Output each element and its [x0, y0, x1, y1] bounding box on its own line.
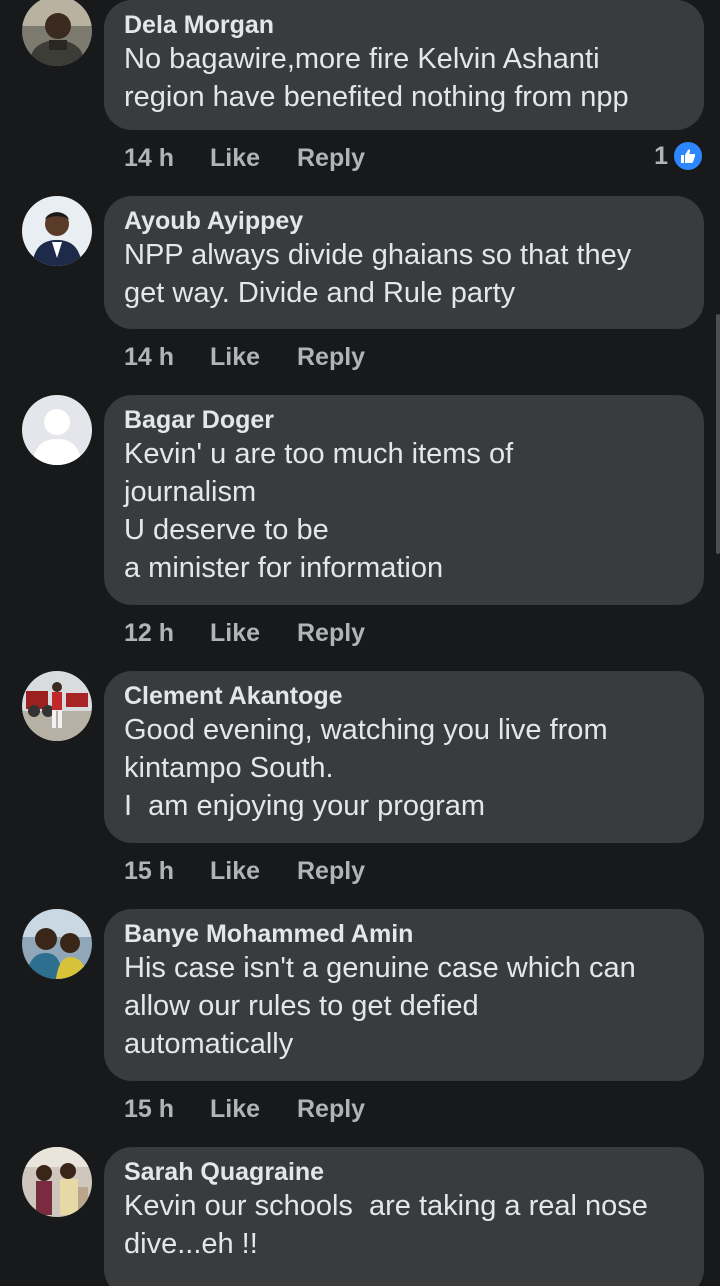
- like-button[interactable]: Like: [210, 1095, 297, 1124]
- comment-actions: 15 h Like Reply: [124, 1089, 365, 1129]
- avatar[interactable]: [22, 196, 92, 266]
- comment-text: His case isn't a genuine case which can …: [124, 952, 636, 1060]
- comment-actions: 12 h Like Reply: [124, 613, 365, 653]
- avatar[interactable]: [22, 0, 92, 66]
- comment-actions: 14 h Like Reply: [124, 337, 365, 377]
- comment-bubble[interactable]: Sarah Quagraine Kevin our schools are ta…: [104, 1147, 704, 1286]
- comment-bubble[interactable]: Ayoub Ayippey NPP always divide ghaians …: [104, 196, 704, 329]
- like-button[interactable]: Like: [210, 144, 297, 173]
- like-thumbs-up-icon: [672, 140, 704, 172]
- like-button[interactable]: Like: [210, 343, 297, 372]
- reply-button[interactable]: Reply: [297, 144, 365, 173]
- comment-timestamp[interactable]: 15 h: [124, 857, 210, 886]
- comment-author[interactable]: Sarah Quagraine: [124, 1157, 684, 1187]
- comment-text: Kevin' u are too much items of journalis…: [124, 438, 514, 584]
- like-button[interactable]: Like: [210, 619, 297, 648]
- comment-bubble[interactable]: Clement Akantoge Good evening, watching …: [104, 671, 704, 843]
- reply-button[interactable]: Reply: [297, 857, 365, 886]
- reply-button[interactable]: Reply: [297, 343, 365, 372]
- comment-timestamp[interactable]: 12 h: [124, 619, 210, 648]
- comment-bubble[interactable]: Dela Morgan No bagawire,more fire Kelvin…: [104, 0, 704, 130]
- comment-text: NPP always divide ghaians so that they g…: [124, 239, 632, 309]
- reaction-count: 1: [654, 141, 668, 170]
- comment-author[interactable]: Ayoub Ayippey: [124, 206, 684, 236]
- comment-author[interactable]: Banye Mohammed Amin: [124, 919, 684, 949]
- comment-timestamp[interactable]: 15 h: [124, 1095, 210, 1124]
- comment-text: Kevin our schools are taking a real nose…: [124, 1190, 648, 1260]
- reaction-summary[interactable]: 1: [654, 138, 704, 174]
- comment-actions: 14 h Like Reply: [124, 138, 365, 178]
- default-user-avatar-icon[interactable]: [22, 395, 92, 465]
- avatar[interactable]: [22, 909, 92, 979]
- comment-text: Good evening, watching you live from kin…: [124, 714, 608, 822]
- avatar[interactable]: [22, 671, 92, 741]
- comment-actions: 15 h Like Reply: [124, 851, 365, 891]
- like-button[interactable]: Like: [210, 857, 297, 886]
- comment-text: No bagawire,more fire Kelvin Ashanti reg…: [124, 43, 629, 113]
- comment-author[interactable]: Bagar Doger: [124, 405, 684, 435]
- reply-button[interactable]: Reply: [297, 619, 365, 648]
- comment-bubble[interactable]: Banye Mohammed Amin His case isn't a gen…: [104, 909, 704, 1081]
- comment-bubble[interactable]: Bagar Doger Kevin' u are too much items …: [104, 395, 704, 605]
- comment-timestamp[interactable]: 14 h: [124, 144, 210, 173]
- comment-author[interactable]: Dela Morgan: [124, 10, 684, 40]
- comment-timestamp[interactable]: 14 h: [124, 343, 210, 372]
- avatar[interactable]: [22, 1147, 92, 1217]
- comment-author[interactable]: Clement Akantoge: [124, 681, 684, 711]
- reply-button[interactable]: Reply: [297, 1095, 365, 1124]
- comments-feed: Dela Morgan No bagawire,more fire Kelvin…: [0, 0, 720, 1286]
- scrollbar[interactable]: [716, 314, 720, 554]
